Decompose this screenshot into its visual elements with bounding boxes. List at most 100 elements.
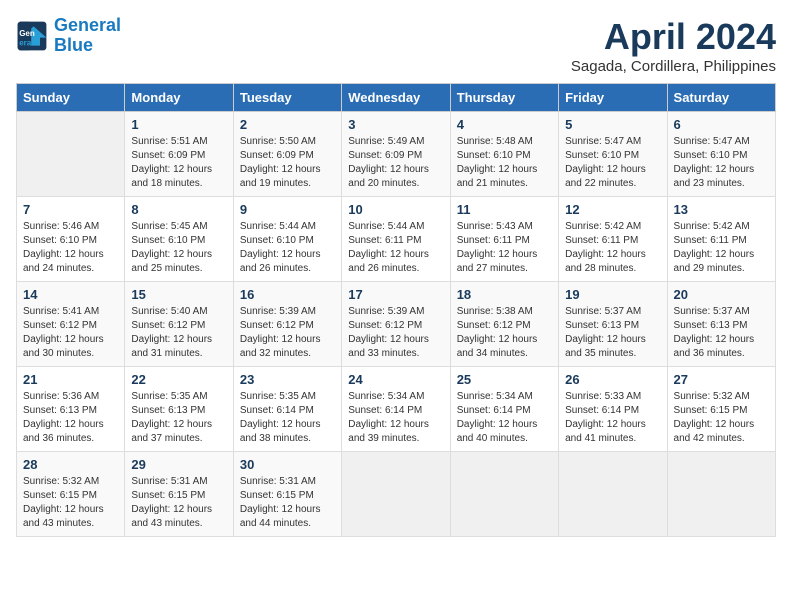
column-header-monday: Monday bbox=[125, 84, 233, 112]
column-header-thursday: Thursday bbox=[450, 84, 558, 112]
calendar-cell: 22 Sunrise: 5:35 AMSunset: 6:13 PMDayligh… bbox=[125, 367, 233, 452]
column-header-friday: Friday bbox=[559, 84, 667, 112]
calendar-cell: 13 Sunrise: 5:42 AMSunset: 6:11 PMDayligh… bbox=[667, 197, 775, 282]
day-number: 17 bbox=[348, 287, 443, 302]
day-number: 8 bbox=[131, 202, 226, 217]
calendar-cell: 30 Sunrise: 5:31 AMSunset: 6:15 PMDayligh… bbox=[233, 452, 341, 537]
day-number: 18 bbox=[457, 287, 552, 302]
day-info: Sunrise: 5:43 AMSunset: 6:11 PMDaylight:… bbox=[457, 220, 552, 276]
day-number: 25 bbox=[457, 372, 552, 387]
calendar-cell: 26 Sunrise: 5:33 AMSunset: 6:14 PMDayligh… bbox=[559, 367, 667, 452]
day-number: 12 bbox=[565, 202, 660, 217]
week-row-3: 14 Sunrise: 5:41 AMSunset: 6:12 PMDayligh… bbox=[17, 282, 776, 367]
day-number: 5 bbox=[565, 117, 660, 132]
day-info: Sunrise: 5:34 AMSunset: 6:14 PMDaylight:… bbox=[348, 390, 443, 446]
calendar-cell: 19Sunrise: 5:37 AMSunset: 6:13 PMDayligh… bbox=[559, 282, 667, 367]
calendar-cell: 2 Sunrise: 5:50 AMSunset: 6:09 PMDaylight… bbox=[233, 112, 341, 197]
calendar-cell: 3 Sunrise: 5:49 AMSunset: 6:09 PMDaylight… bbox=[342, 112, 450, 197]
svg-text:eral: eral bbox=[19, 38, 33, 47]
day-info: Sunrise: 5:50 AMSunset: 6:09 PMDaylight:… bbox=[240, 135, 335, 191]
day-info: Sunrise: 5:35 AMSunset: 6:13 PMDaylight:… bbox=[131, 390, 226, 446]
column-header-tuesday: Tuesday bbox=[233, 84, 341, 112]
column-header-sunday: Sunday bbox=[17, 84, 125, 112]
day-info: Sunrise: 5:51 AMSunset: 6:09 PMDaylight:… bbox=[131, 135, 226, 191]
calendar-cell: 4 Sunrise: 5:48 AMSunset: 6:10 PMDaylight… bbox=[450, 112, 558, 197]
day-number: 30 bbox=[240, 457, 335, 472]
calendar-cell: 21Sunrise: 5:36 AMSunset: 6:13 PMDayligh… bbox=[17, 367, 125, 452]
calendar-cell: 9 Sunrise: 5:44 AMSunset: 6:10 PMDaylight… bbox=[233, 197, 341, 282]
column-header-saturday: Saturday bbox=[667, 84, 775, 112]
calendar-cell: 27Sunrise: 5:32 AMSunset: 6:15 PMDayligh… bbox=[667, 367, 775, 452]
day-number: 22 bbox=[131, 372, 226, 387]
calendar-cell: 18 Sunrise: 5:38 AMSunset: 6:12 PMDayligh… bbox=[450, 282, 558, 367]
day-info: Sunrise: 5:49 AMSunset: 6:09 PMDaylight:… bbox=[348, 135, 443, 191]
page-header: Gen eral GeneralBlue April 2024 Sagada, … bbox=[16, 16, 776, 75]
month-title: April 2024 bbox=[571, 16, 776, 58]
day-info: Sunrise: 5:31 AMSunset: 6:15 PMDaylight:… bbox=[240, 475, 335, 531]
day-info: Sunrise: 5:44 AMSunset: 6:11 PMDaylight:… bbox=[348, 220, 443, 276]
svg-text:Gen: Gen bbox=[19, 29, 35, 38]
calendar-cell: 15 Sunrise: 5:40 AMSunset: 6:12 PMDayligh… bbox=[125, 282, 233, 367]
location-subtitle: Sagada, Cordillera, Philippines bbox=[571, 58, 776, 75]
day-number: 21 bbox=[23, 372, 118, 387]
day-info: Sunrise: 5:41 AMSunset: 6:12 PMDaylight:… bbox=[23, 305, 118, 361]
day-info: Sunrise: 5:48 AMSunset: 6:10 PMDaylight:… bbox=[457, 135, 552, 191]
calendar-cell: 29 Sunrise: 5:31 AMSunset: 6:15 PMDayligh… bbox=[125, 452, 233, 537]
calendar-cell: 1 Sunrise: 5:51 AMSunset: 6:09 PMDaylight… bbox=[125, 112, 233, 197]
calendar-cell bbox=[17, 112, 125, 197]
day-info: Sunrise: 5:32 AMSunset: 6:15 PMDaylight:… bbox=[23, 475, 118, 531]
calendar-cell: 20Sunrise: 5:37 AMSunset: 6:13 PMDayligh… bbox=[667, 282, 775, 367]
day-number: 23 bbox=[240, 372, 335, 387]
day-number: 3 bbox=[348, 117, 443, 132]
day-number: 29 bbox=[131, 457, 226, 472]
day-number: 13 bbox=[674, 202, 769, 217]
day-number: 2 bbox=[240, 117, 335, 132]
day-info: Sunrise: 5:38 AMSunset: 6:12 PMDaylight:… bbox=[457, 305, 552, 361]
calendar-cell: 25 Sunrise: 5:34 AMSunset: 6:14 PMDayligh… bbox=[450, 367, 558, 452]
day-info: Sunrise: 5:39 AMSunset: 6:12 PMDaylight:… bbox=[240, 305, 335, 361]
day-number: 26 bbox=[565, 372, 660, 387]
column-header-wednesday: Wednesday bbox=[342, 84, 450, 112]
day-number: 4 bbox=[457, 117, 552, 132]
calendar-cell: 7Sunrise: 5:46 AMSunset: 6:10 PMDaylight… bbox=[17, 197, 125, 282]
day-number: 9 bbox=[240, 202, 335, 217]
calendar-cell: 8Sunrise: 5:45 AMSunset: 6:10 PMDaylight… bbox=[125, 197, 233, 282]
day-info: Sunrise: 5:33 AMSunset: 6:14 PMDaylight:… bbox=[565, 390, 660, 446]
day-info: Sunrise: 5:40 AMSunset: 6:12 PMDaylight:… bbox=[131, 305, 226, 361]
calendar-body: 1 Sunrise: 5:51 AMSunset: 6:09 PMDaylight… bbox=[17, 112, 776, 537]
day-number: 11 bbox=[457, 202, 552, 217]
day-number: 28 bbox=[23, 457, 118, 472]
week-row-2: 7Sunrise: 5:46 AMSunset: 6:10 PMDaylight… bbox=[17, 197, 776, 282]
day-number: 6 bbox=[674, 117, 769, 132]
day-number: 24 bbox=[348, 372, 443, 387]
week-row-1: 1 Sunrise: 5:51 AMSunset: 6:09 PMDaylight… bbox=[17, 112, 776, 197]
day-info: Sunrise: 5:39 AMSunset: 6:12 PMDaylight:… bbox=[348, 305, 443, 361]
day-info: Sunrise: 5:42 AMSunset: 6:11 PMDaylight:… bbox=[674, 220, 769, 276]
day-info: Sunrise: 5:47 AMSunset: 6:10 PMDaylight:… bbox=[565, 135, 660, 191]
day-info: Sunrise: 5:44 AMSunset: 6:10 PMDaylight:… bbox=[240, 220, 335, 276]
day-number: 1 bbox=[131, 117, 226, 132]
calendar-cell: 16 Sunrise: 5:39 AMSunset: 6:12 PMDayligh… bbox=[233, 282, 341, 367]
logo-icon: Gen eral bbox=[16, 20, 48, 52]
calendar-cell: 24 Sunrise: 5:34 AMSunset: 6:14 PMDayligh… bbox=[342, 367, 450, 452]
logo: Gen eral GeneralBlue bbox=[16, 16, 121, 56]
day-info: Sunrise: 5:34 AMSunset: 6:14 PMDaylight:… bbox=[457, 390, 552, 446]
calendar-cell bbox=[559, 452, 667, 537]
calendar-cell: 14 Sunrise: 5:41 AMSunset: 6:12 PMDayligh… bbox=[17, 282, 125, 367]
calendar-cell bbox=[667, 452, 775, 537]
calendar-table: SundayMondayTuesdayWednesdayThursdayFrid… bbox=[16, 83, 776, 537]
day-number: 10 bbox=[348, 202, 443, 217]
calendar-cell bbox=[450, 452, 558, 537]
day-info: Sunrise: 5:32 AMSunset: 6:15 PMDaylight:… bbox=[674, 390, 769, 446]
calendar-cell: 28 Sunrise: 5:32 AMSunset: 6:15 PMDayligh… bbox=[17, 452, 125, 537]
day-info: Sunrise: 5:31 AMSunset: 6:15 PMDaylight:… bbox=[131, 475, 226, 531]
calendar-cell: 6Sunrise: 5:47 AMSunset: 6:10 PMDaylight… bbox=[667, 112, 775, 197]
day-info: Sunrise: 5:35 AMSunset: 6:14 PMDaylight:… bbox=[240, 390, 335, 446]
day-info: Sunrise: 5:37 AMSunset: 6:13 PMDaylight:… bbox=[565, 305, 660, 361]
calendar-header-row: SundayMondayTuesdayWednesdayThursdayFrid… bbox=[17, 84, 776, 112]
logo-text: GeneralBlue bbox=[54, 16, 121, 56]
day-number: 14 bbox=[23, 287, 118, 302]
day-number: 15 bbox=[131, 287, 226, 302]
day-number: 16 bbox=[240, 287, 335, 302]
day-info: Sunrise: 5:37 AMSunset: 6:13 PMDaylight:… bbox=[674, 305, 769, 361]
